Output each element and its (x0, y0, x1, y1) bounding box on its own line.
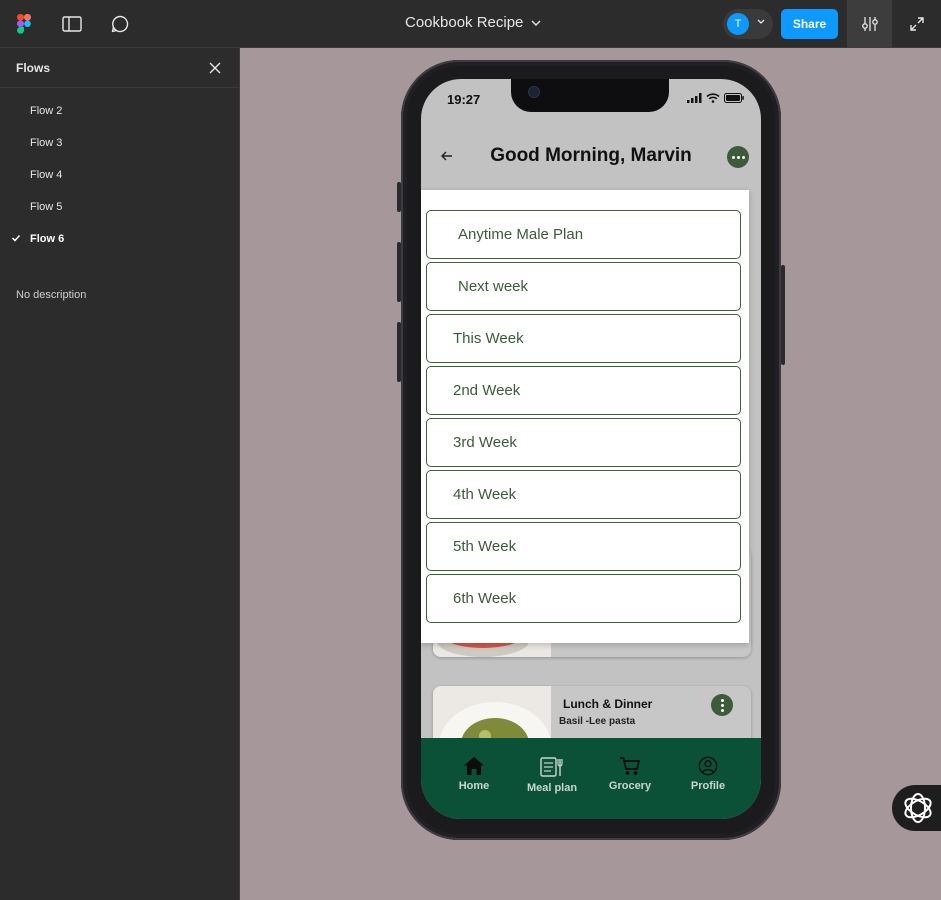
flow-item[interactable]: Flow 3 (0, 127, 240, 159)
figma-logo-icon[interactable] (12, 12, 36, 36)
phone-screen: 19:27 Good Morning, Marvin Lunch & Dinne… (421, 79, 761, 819)
home-icon (464, 757, 484, 775)
avatar: T (727, 13, 749, 35)
flows-panel: Flows Flow 2 Flow 3 Flow 4 Flow 5 Flow 6… (0, 48, 240, 900)
chevron-down-icon (757, 19, 765, 24)
signal-icon (687, 93, 702, 103)
sidebar-toggle-icon[interactable] (60, 12, 84, 36)
phone-frame: 19:27 Good Morning, Marvin Lunch & Dinne… (397, 60, 785, 840)
flows-panel-header: Flows (0, 48, 239, 88)
nav-label: Meal plan (526, 782, 578, 794)
side-button (781, 265, 785, 365)
flow-item-label: Flow 6 (30, 233, 65, 245)
nav-label: Profile (690, 780, 726, 792)
meal-plan-icon (540, 757, 563, 777)
dropdown-option[interactable]: Anytime Male Plan (426, 210, 741, 259)
flow-item-label: Flow 2 (30, 105, 63, 117)
nav-meal-plan[interactable]: Meal plan (513, 756, 591, 794)
toolbar: Cookbook Recipe T Share (0, 0, 941, 48)
prototype-settings-button[interactable] (847, 0, 892, 48)
notch (511, 79, 669, 112)
sliders-icon (861, 17, 878, 31)
flow-description: No description (16, 289, 87, 301)
dropdown-option-label: 4th Week (453, 486, 517, 503)
flows-panel-title: Flows (16, 61, 51, 75)
dropdown-option-label: 6th Week (453, 590, 517, 607)
checkmark-icon (11, 234, 21, 242)
dropdown-option-label: 5th Week (453, 538, 517, 555)
profile-icon (698, 756, 718, 776)
chevron-down-icon (531, 20, 541, 26)
side-button (397, 182, 401, 212)
dropdown-option[interactable]: 4th Week (426, 470, 741, 519)
bottom-navigation: Home Meal plan Grocery Profile (421, 738, 761, 819)
status-time: 19:27 (447, 92, 481, 107)
greeting-title: Good Morning, Marvin (490, 145, 692, 166)
file-title-menu[interactable]: Cookbook Recipe (405, 14, 541, 31)
file-title: Cookbook Recipe (405, 14, 524, 31)
nav-profile[interactable]: Profile (669, 756, 747, 792)
week-dropdown-menu: Anytime Male Plan Next week This Week 2n… (421, 190, 749, 643)
flow-item-active[interactable]: Flow 6 (0, 223, 240, 255)
dropdown-option-label: 3rd Week (453, 434, 517, 451)
status-icons (687, 93, 744, 103)
dropdown-option[interactable]: 6th Week (426, 574, 741, 623)
dropdown-option-label: Anytime Male Plan (458, 226, 584, 243)
expand-icon[interactable] (905, 12, 929, 36)
nav-grocery[interactable]: Grocery (591, 756, 669, 792)
close-icon[interactable] (207, 60, 223, 76)
app-header: Good Morning, Marvin (421, 129, 761, 189)
assistant-button[interactable] (892, 785, 941, 831)
recipe-card-subtitle: Basil -Lee pasta (559, 716, 636, 727)
nav-label: Grocery (608, 780, 652, 792)
flow-item[interactable]: Flow 4 (0, 159, 240, 191)
flower-logo-icon (904, 793, 932, 823)
cart-icon (620, 757, 640, 775)
nav-home[interactable]: Home (435, 756, 513, 792)
dropdown-option[interactable]: 2nd Week (426, 366, 741, 415)
side-button (397, 242, 401, 302)
flow-item-label: Flow 5 (30, 201, 63, 213)
nav-label: Home (458, 780, 490, 792)
battery-icon (724, 93, 744, 103)
share-button[interactable]: Share (781, 9, 838, 39)
user-menu[interactable]: T (723, 9, 773, 39)
dropdown-option-label: This Week (453, 330, 524, 347)
more-options-button[interactable] (727, 146, 749, 168)
recipe-card-title: Lunch & Dinner (563, 697, 653, 711)
side-button (397, 322, 401, 382)
flow-item[interactable]: Flow 5 (0, 191, 240, 223)
comment-icon[interactable] (108, 12, 132, 36)
dropdown-option[interactable]: 3rd Week (426, 418, 741, 467)
dropdown-option[interactable]: 5th Week (426, 522, 741, 571)
camera-icon (529, 87, 539, 97)
dropdown-option[interactable]: Next week (426, 262, 741, 311)
dropdown-option-label: 2nd Week (453, 382, 521, 399)
flow-item[interactable]: Flow 2 (0, 95, 240, 127)
wifi-icon (706, 93, 720, 103)
dropdown-option[interactable]: This Week (426, 314, 741, 363)
card-more-button[interactable] (711, 694, 733, 716)
flow-item-label: Flow 4 (30, 169, 63, 181)
flow-item-label: Flow 3 (30, 137, 63, 149)
dropdown-option-label: Next week (458, 278, 529, 295)
